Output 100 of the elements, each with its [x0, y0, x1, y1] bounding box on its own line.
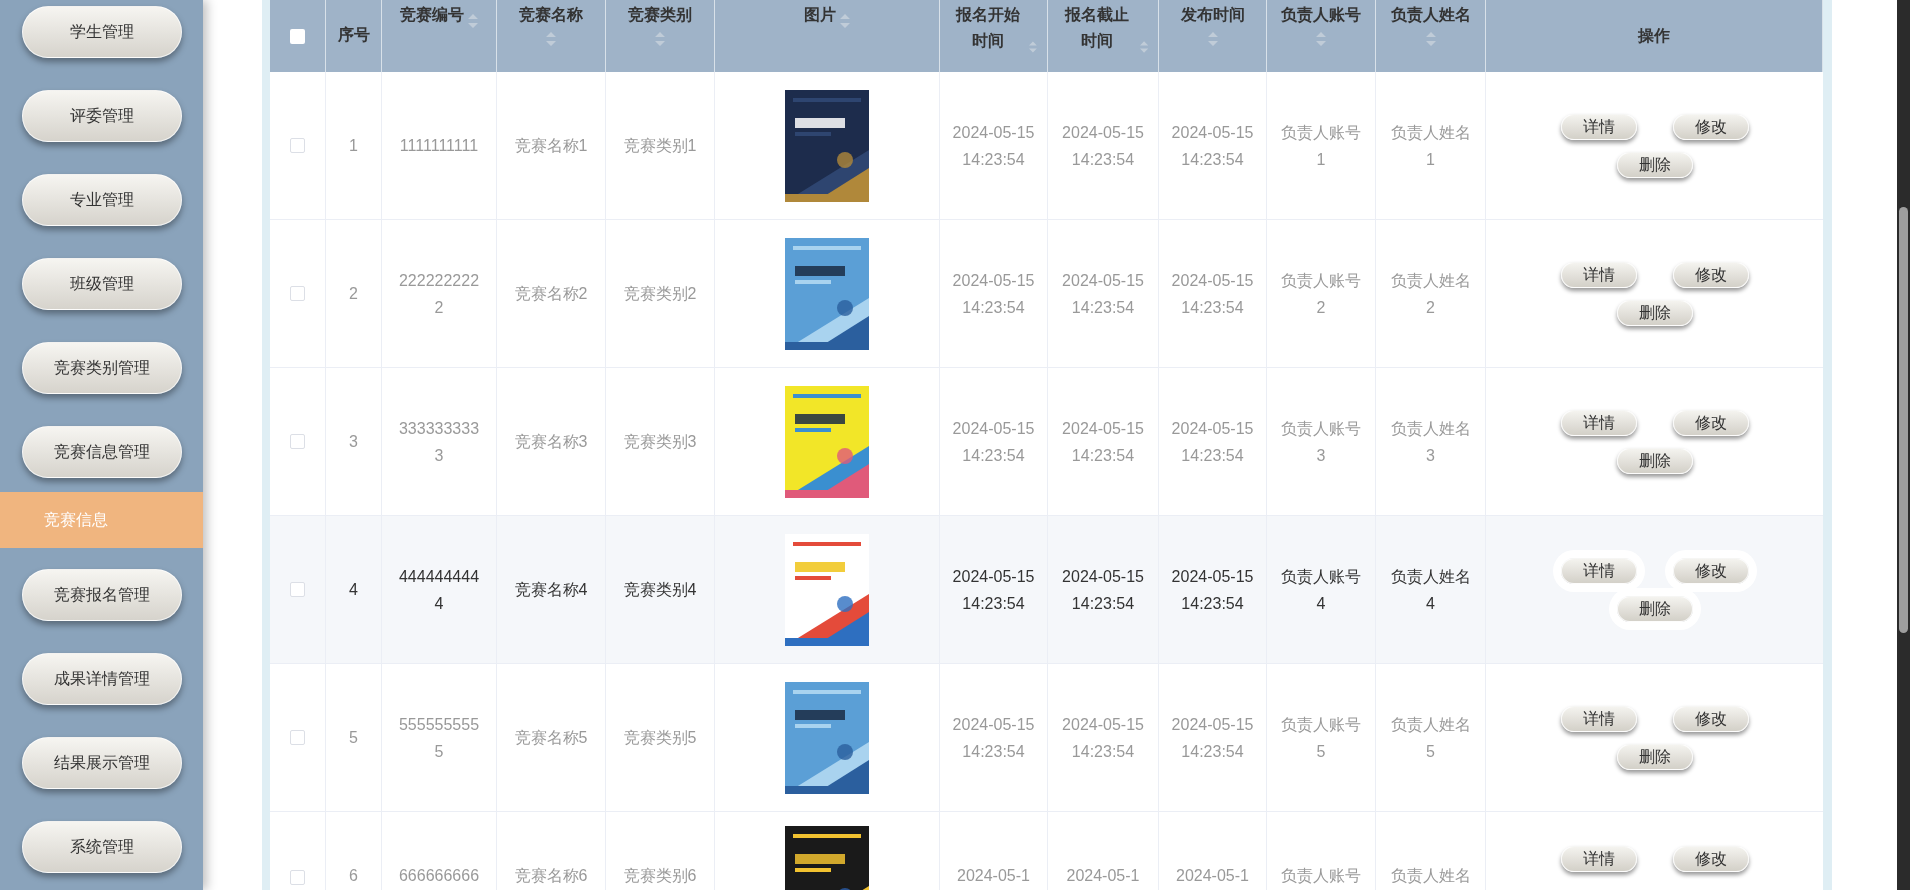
- table-cell-text: 负责人账号: [1281, 866, 1361, 886]
- menu-button[interactable]: 竞赛报名管理: [21, 569, 182, 621]
- sort-icon[interactable]: [1316, 32, 1326, 46]
- column-header[interactable]: 负责人姓名: [1390, 2, 1471, 28]
- sort-icon[interactable]: [1139, 40, 1148, 54]
- table-cell-text: 2024-05-1: [1066, 866, 1140, 886]
- column-header[interactable]: 图片: [804, 2, 836, 28]
- table-cell-text: 2024-05-15 14:23:54: [952, 122, 1035, 170]
- column-header[interactable]: 序号: [337, 22, 370, 48]
- table-cell-text: 4444444444: [397, 566, 481, 614]
- table-cell-text: 竞赛名称5: [514, 728, 588, 748]
- row-checkbox[interactable]: [290, 138, 305, 153]
- sort-icon[interactable]: [1029, 40, 1037, 54]
- table-row[interactable]: 3 3333333333 竞赛名称3 竞赛类别3 2024-05-15 14:23:54 2024-05-15 14:23:54 2024-05-15 14:23:54 负责人账号3 负责人姓名3 详情 修改 删除: [270, 368, 1823, 516]
- table-cell-text: 2024-05-1: [957, 866, 1030, 886]
- menu-button[interactable]: 成果详情管理: [21, 653, 182, 705]
- action-button[interactable]: 修改: [1672, 705, 1749, 732]
- table-row[interactable]: 5 5555555555 竞赛名称5 竞赛类别5 2024-05-15 14:23:54 2024-05-15 14:23:54 2024-05-15 14:23:54 负责人账号5 负责人姓名5 详情 修改 删除: [270, 664, 1823, 812]
- table-cell-text: 负责人账号5: [1280, 714, 1362, 762]
- scrollbar-thumb[interactable]: [1899, 207, 1908, 633]
- table-cell-text: 5: [349, 728, 358, 748]
- table-cell-text: 2024-05-15 14:23:54: [952, 418, 1035, 466]
- action-button[interactable]: 修改: [1672, 261, 1749, 288]
- table-cell-text: 2024-05-15 14:23:54: [1171, 418, 1254, 466]
- column-header[interactable]: 竞赛类别: [628, 2, 692, 28]
- sort-icon[interactable]: [1207, 32, 1218, 46]
- menu-button[interactable]: 竞赛类别管理: [21, 342, 182, 394]
- table-cell-text: 2024-05-15 14:23:54: [1171, 566, 1254, 614]
- table-cell-text: 5555555555: [397, 714, 481, 762]
- table-cell-text: 竞赛类别2: [623, 284, 697, 304]
- row-checkbox[interactable]: [290, 582, 305, 597]
- column-header[interactable]: 报名开始时间: [950, 2, 1026, 54]
- table-cell-text: 竞赛名称3: [514, 432, 588, 452]
- column-header[interactable]: 发布时间: [1180, 2, 1245, 28]
- table-cell-text: 666666666: [398, 866, 480, 886]
- menu-button[interactable]: 竞赛信息管理: [21, 426, 182, 478]
- action-button[interactable]: 修改: [1672, 113, 1749, 140]
- row-checkbox[interactable]: [290, 434, 305, 449]
- table-cell-text: 负责人姓名2: [1389, 270, 1472, 318]
- menu-button[interactable]: 系统管理: [21, 821, 182, 873]
- table-cell-text: 2024-05-15 14:23:54: [1061, 566, 1145, 614]
- table-cell-text: 2222222222: [397, 270, 481, 318]
- row-checkbox[interactable]: [290, 870, 305, 885]
- action-button[interactable]: 修改: [1672, 846, 1749, 872]
- table-cell-text: 负责人姓名4: [1389, 566, 1472, 614]
- table-cell-text: 负责人账号3: [1280, 418, 1362, 466]
- action-button[interactable]: 详情: [1560, 261, 1637, 288]
- table-cell-text: 竞赛类别3: [623, 432, 697, 452]
- table-cell-text: 4: [349, 580, 358, 600]
- table-cell-text: 竞赛类别1: [623, 136, 697, 156]
- action-button[interactable]: 删除: [1616, 299, 1693, 326]
- table-cell-text: 负责人姓名1: [1389, 122, 1472, 170]
- menu-button[interactable]: 班级管理: [21, 258, 182, 310]
- action-button[interactable]: 详情: [1560, 409, 1637, 436]
- table-row[interactable]: 1 1111111111 竞赛名称1 竞赛类别1 2024-05-15 14:23:54 2024-05-15 14:23:54 2024-05-15 14:23:54 负责人账号1 负责人姓名1 详情 修改 删除: [270, 72, 1823, 220]
- table-cell-text: 竞赛类别5: [623, 728, 697, 748]
- table-cell-text: 2024-05-15 14:23:54: [1171, 122, 1254, 170]
- table-cell-text: 2024-05-15 14:23:54: [952, 566, 1035, 614]
- table-cell-text: 2024-05-15 14:23:54: [1061, 270, 1145, 318]
- column-header[interactable]: 报名截止时间: [1058, 2, 1136, 54]
- table-cell-text: 负责人姓名3: [1389, 418, 1472, 466]
- sort-icon[interactable]: [1425, 32, 1436, 46]
- row-checkbox[interactable]: [290, 286, 305, 301]
- action-button[interactable]: 详情: [1560, 846, 1637, 872]
- table-cell-text: 6: [349, 866, 358, 886]
- table-cell-text: 2024-05-15 14:23:54: [1171, 714, 1254, 762]
- table-row[interactable]: 2 2222222222 竞赛名称2 竞赛类别2 2024-05-15 14:23:54 2024-05-15 14:23:54 2024-05-15 14:23:54 负责人账号2 负责人姓名2 详情 修改 删除: [270, 220, 1823, 368]
- table-row[interactable]: 4 4444444444 竞赛名称4 竞赛类别4 2024-05-15 14:23:54 2024-05-15 14:23:54 2024-05-15 14:23:54 负责人账号4 负责人姓名4 详情 修改 删除: [270, 516, 1823, 664]
- column-header[interactable]: 竞赛编号: [400, 2, 464, 28]
- action-button[interactable]: 删除: [1616, 743, 1693, 770]
- menu-button[interactable]: 专业管理: [21, 174, 182, 226]
- table-cell-text: 竞赛类别6: [623, 866, 697, 886]
- row-checkbox[interactable]: [290, 730, 305, 745]
- column-header[interactable]: 竞赛名称: [519, 2, 583, 28]
- sort-icon[interactable]: [468, 14, 478, 28]
- table-cell-text: 竞赛名称1: [514, 136, 588, 156]
- menu-button[interactable]: 结果展示管理: [21, 737, 182, 789]
- table-cell-text: 2024-05-1: [1176, 866, 1249, 886]
- menu-button[interactable]: 学生管理: [21, 6, 182, 58]
- action-button[interactable]: 删除: [1616, 447, 1693, 474]
- table-cell-text: 2024-05-15 14:23:54: [1061, 714, 1145, 762]
- table-cell-text: 竞赛名称4: [514, 580, 588, 600]
- table-cell-text: 3: [349, 432, 358, 452]
- sort-icon[interactable]: [546, 32, 556, 46]
- table-cell-text: 负责人账号1: [1280, 122, 1362, 170]
- action-button[interactable]: 详情: [1560, 705, 1637, 732]
- select-all-checkbox[interactable]: [290, 28, 305, 44]
- table-cell-text: 竞赛名称2: [514, 284, 588, 304]
- sort-icon[interactable]: [840, 14, 850, 28]
- action-button[interactable]: 修改: [1672, 409, 1749, 436]
- menu-button[interactable]: 评委管理: [21, 90, 182, 142]
- table-cell-text: 2024-05-15 14:23:54: [1061, 418, 1145, 466]
- sort-icon[interactable]: [655, 32, 665, 46]
- scrollbar[interactable]: [1897, 0, 1910, 890]
- action-button[interactable]: 删除: [1616, 151, 1693, 178]
- action-button[interactable]: 详情: [1560, 113, 1637, 140]
- table-cell-text: 1111111111: [399, 136, 479, 156]
- column-header[interactable]: 负责人账号: [1281, 2, 1361, 28]
- column-header[interactable]: 操作: [1638, 23, 1670, 49]
- table-cell-text: 负责人姓名: [1390, 866, 1471, 886]
